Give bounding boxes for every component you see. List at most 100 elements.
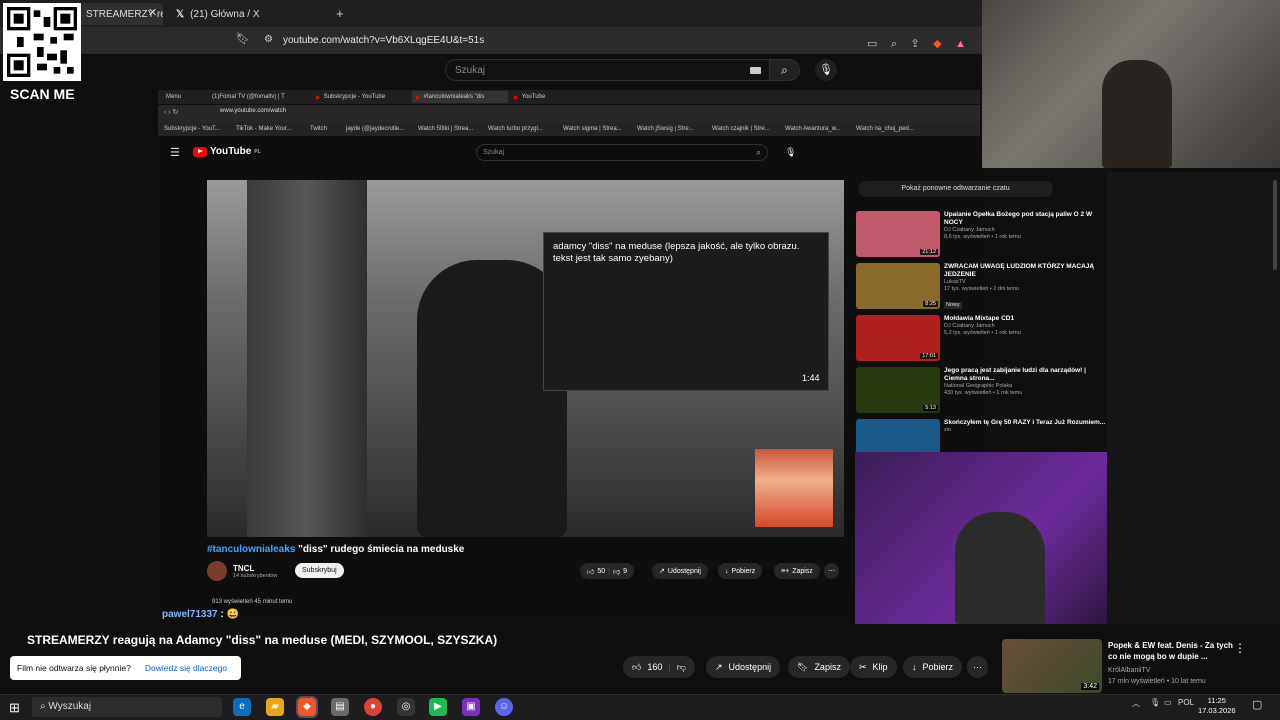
bookmark-item[interactable]: Watch na_chuj_ped... (856, 126, 914, 132)
bookmark-item[interactable]: Watch jSwsig | Stre... (637, 126, 694, 132)
site-settings-icon[interactable]: ⚙︎ (264, 35, 273, 45)
bookmark-item[interactable]: jayde (@jaydecrutle... (346, 126, 404, 132)
inner-tab-subskrypcje[interactable]: ▶ Subskrypcje - YouTube (312, 91, 404, 103)
rec-menu-icon[interactable]: ⋮ (1234, 641, 1246, 655)
main-download-button[interactable]: ↓ Pobierz (903, 656, 963, 678)
inner-search-input[interactable]: Szukaj ⌕ (476, 144, 768, 161)
inner-url[interactable]: www.youtube.com/watch (220, 108, 286, 114)
bookmark-item[interactable]: TikTok - Make Your... (236, 126, 291, 132)
lang-indicator[interactable]: POL (1178, 698, 1194, 707)
keyboard-icon[interactable] (750, 67, 761, 74)
bookmark-item[interactable]: Watch Awantura_w... (785, 126, 841, 132)
media-app-icon[interactable]: ▶ (429, 698, 447, 716)
cast-icon[interactable]: ▭ (867, 39, 877, 50)
more-actions-button[interactable]: ⋯ (824, 563, 839, 579)
bookmark-item[interactable]: Watch 50tki | Strea... (418, 126, 473, 132)
brave-rewards-icon[interactable]: ▲ (955, 39, 966, 50)
thumbs-up-icon[interactable]: 👍︎ (587, 567, 594, 576)
inner-tab-active[interactable]: ▶ #tanculowniaIeaks "dis (412, 91, 508, 103)
bookmark-icon[interactable]: 🔖︎ (236, 34, 250, 45)
recommendation-item[interactable]: 5:13 Jego pracą jest zabijanie ludzi dla … (856, 367, 1108, 413)
network-icon[interactable]: ▭ (1164, 698, 1172, 707)
download-button[interactable]: ↓ Pobierz (718, 563, 763, 579)
brave-icon[interactable]: ◆ (296, 696, 318, 718)
recommendation-item[interactable]: 21:12 Upalanie Opełka Bożego pod stacją p… (856, 211, 1108, 257)
rec-channel[interactable]: KrólAlbaniiTV (1108, 665, 1206, 676)
main-like-button[interactable]: 👍︎ 160 | 👎︎ (623, 656, 695, 678)
bookmark-item[interactable]: Subskrypcje - YouT... (164, 126, 220, 132)
inner-nav-icons[interactable]: ‹ › ↻ (164, 108, 178, 116)
rec-thumbnail[interactable]: 8:25 (856, 263, 940, 309)
rec-title[interactable]: Mołdawia Mixtape CD1 (944, 315, 1021, 323)
app-icon[interactable]: ◎ (397, 698, 415, 716)
share-button[interactable]: ↗ Udostępnij (652, 563, 708, 579)
youtube-logo[interactable]: YouTube PL (193, 146, 261, 157)
brave-shield-icon[interactable]: ◆ (933, 39, 941, 50)
new-tab-button[interactable]: + (336, 7, 344, 20)
bookmark-item[interactable]: Watch czajnik | Stre... (712, 126, 770, 132)
search-input[interactable]: Szukaj (445, 59, 770, 81)
main-more-button[interactable]: ⋯ (967, 656, 988, 678)
thumbs-down-icon[interactable]: 👎︎ (613, 567, 620, 576)
toast-link[interactable]: Dowiedz się dlaczego (145, 663, 227, 673)
rec-title[interactable]: ZWRACAM UWAGĘ LUDZIOM KTÓRZY MACAJĄ JEDZ… (944, 263, 1108, 279)
hamburger-menu-icon[interactable]: ☰ (170, 146, 180, 159)
search-icon[interactable]: ⌕ (756, 147, 761, 158)
bookmark-item[interactable]: Twitch (310, 126, 327, 132)
rec-channel[interactable]: National Geographic Polska (944, 383, 1108, 390)
discord-icon[interactable]: ☺ (495, 698, 513, 716)
rec-channel[interactable]: DJ Czabany Jamuch (944, 323, 1021, 330)
windows-start-icon[interactable]: ⊞ (9, 700, 20, 716)
scrollbar[interactable] (1273, 180, 1277, 270)
rec-title[interactable]: Jego pracą jest zabijanie ludzi dla narz… (944, 367, 1108, 383)
recommendation-item[interactable]: 17:01 Mołdawia Mixtape CD1 DJ Czabany Jamu… (856, 315, 1108, 361)
notification-icon[interactable]: ▢ (1252, 698, 1262, 711)
rec-thumbnail[interactable]: 17:01 (856, 315, 940, 361)
rec-thumbnail[interactable]: 3:42 (1002, 639, 1102, 693)
save-button[interactable]: ≡+ Zapisz (774, 563, 820, 579)
inner-tab-youtube[interactable]: ▶ YouTube (510, 91, 602, 103)
rec-thumbnail[interactable]: 5:13 (856, 367, 940, 413)
taskbar-search[interactable]: ⌕ Wyszukaj (32, 697, 222, 717)
inner-tab-menu[interactable]: Menu (162, 91, 198, 103)
store-icon[interactable]: ▤ (331, 698, 349, 716)
inner-tab-fomal[interactable]: (1)Fomal TV (@fomaltv) | T (208, 91, 300, 103)
main-clip-button[interactable]: ✂ Klip (850, 656, 897, 678)
rec-thumbnail[interactable]: 21:12 (856, 211, 940, 257)
file-explorer-icon[interactable]: ▰ (266, 698, 284, 716)
rec-channel[interactable]: LukasTV (944, 279, 1108, 286)
tray-chevron-icon[interactable]: ︿ (1132, 698, 1140, 709)
chat-app-icon[interactable]: ▣ (462, 698, 480, 716)
rec-title[interactable]: Skończyłem tę Grę 50 RAZY i Teraz Już Ro… (944, 419, 1105, 427)
rec-duration: 17:01 (920, 353, 938, 359)
voice-search-button[interactable]: 🎙︎ (815, 59, 837, 81)
chat-replay-button[interactable]: Pokaż ponowne odtwarzanie czatu (858, 181, 1053, 197)
mic-icon[interactable]: 🎙︎ (785, 147, 796, 158)
zoom-icon[interactable]: ⌕ (891, 39, 897, 50)
microphone-tray-icon[interactable]: 🎙︎ (1150, 698, 1160, 707)
browser-toolbar: ▭ ⌕ ⇪ ◆ ▲ (858, 34, 966, 52)
edge-icon[interactable]: e (233, 698, 251, 716)
rec-title[interactable]: Popek & EW feat. Denis - Za tych co nie … (1108, 640, 1233, 662)
chrome-icon[interactable]: ● (364, 698, 382, 716)
bookmark-item[interactable]: Watch turbo przygl... (488, 126, 543, 132)
rec-title[interactable]: Upalanie Opełka Bożego pod stacją paliw … (944, 211, 1108, 227)
system-clock[interactable]: 11:25 17.03.2026 (1198, 696, 1236, 716)
url-field[interactable]: ⚙︎ youtube.com/watch?v=Vb6XLqgEE4U&t=51s (255, 31, 865, 50)
subscribe-button[interactable]: Subskrybuj (295, 563, 344, 578)
bookmark-item[interactable]: Watch sigma | Strea... (563, 126, 622, 132)
title-hashtag[interactable]: #tanculowniaIeaks (207, 544, 295, 555)
like-dislike-button[interactable]: 👍︎ 50 | 👎︎ 9 (580, 563, 634, 579)
browser-tab-x[interactable]: 𝕏 (21) Główna / X (168, 3, 328, 25)
main-share-button[interactable]: ↗ Udostępnij (706, 656, 781, 678)
main-save-button[interactable]: 🔖︎ Zapisz (788, 656, 850, 678)
recommendation-item[interactable]: 8:25 ZWRACAM UWAGĘ LUDZIOM KTÓRZY MACAJĄ … (856, 263, 1108, 309)
close-tab-icon[interactable]: ✕ (148, 8, 157, 19)
thumbs-down-icon[interactable]: 👎︎ (677, 662, 686, 673)
share-icon[interactable]: ⇪ (910, 39, 919, 50)
rec-channel[interactable]: zio (944, 427, 1105, 434)
rec-channel[interactable]: DJ Czabany Jamuch (944, 227, 1108, 234)
search-button[interactable]: ⌕ (770, 59, 800, 81)
channel-name[interactable]: TNCL (233, 564, 277, 573)
avatar[interactable] (207, 561, 227, 581)
